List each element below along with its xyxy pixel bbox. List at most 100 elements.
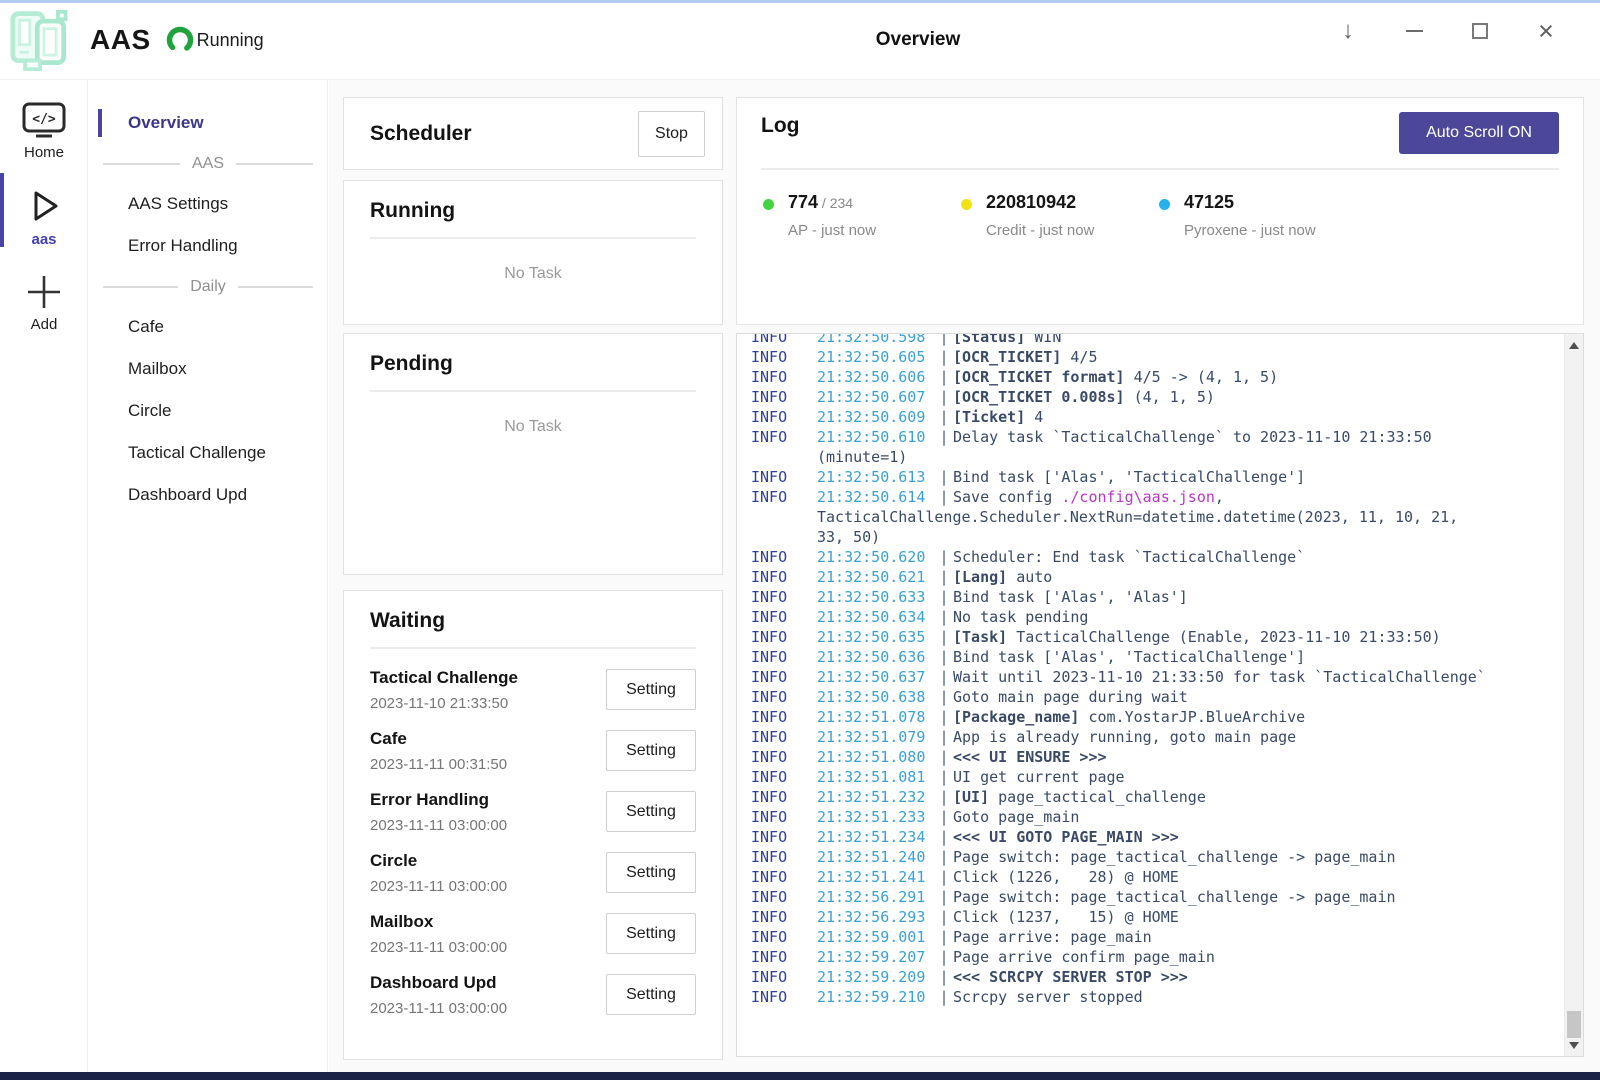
log-line: INFO21:32:50.614|Save config ./config\aa… bbox=[751, 487, 1560, 507]
running-spinner-icon bbox=[165, 25, 195, 55]
waiting-task-name: Dashboard Upd bbox=[370, 973, 507, 993]
rail-item-add[interactable]: Add bbox=[0, 248, 88, 333]
log-line: INFO21:32:50.613|Bind task ['Alas', 'Tac… bbox=[751, 467, 1560, 487]
app-name: AAS bbox=[90, 24, 151, 56]
stat-label: Credit - just now bbox=[986, 222, 1094, 239]
setting-button-error-handling[interactable]: Setting bbox=[606, 791, 696, 832]
sidebar-item-label: Error Handling bbox=[128, 236, 238, 256]
waiting-task-row: Circle 2023-11-11 03:00:00 Setting bbox=[370, 842, 696, 903]
log-line: INFO21:32:51.232|[UI] page_tactical_chal… bbox=[751, 787, 1560, 807]
waiting-task-info: Error Handling2023-11-11 03:00:00 bbox=[370, 790, 507, 834]
title-bar: AAS Running Overview ↓ × bbox=[0, 0, 1600, 80]
sidebar-item-tactical-challenge[interactable]: Tactical Challenge bbox=[89, 432, 327, 474]
log-body: INFO21:32:50.598|[Status] WININFO21:32:5… bbox=[737, 334, 1564, 1056]
log-line: INFO21:32:50.636|Bind task ['Alas', 'Tac… bbox=[751, 647, 1560, 667]
setting-button-circle[interactable]: Setting bbox=[606, 852, 696, 893]
rail-label-aas: aas bbox=[31, 231, 56, 248]
waiting-task-name: Circle bbox=[370, 851, 507, 871]
waiting-task-info: Tactical Challenge2023-11-10 21:33:50 bbox=[370, 668, 518, 712]
sidebar-item-cafe[interactable]: Cafe bbox=[89, 306, 327, 348]
rail-label-home: Home bbox=[24, 144, 64, 161]
sidebar-item-label: AAS Settings bbox=[128, 194, 228, 214]
log-scrollbar[interactable] bbox=[1564, 334, 1583, 1056]
log-line: INFO21:32:50.610|Delay task `TacticalCha… bbox=[751, 427, 1560, 447]
waiting-task-row: Mailbox 2023-11-11 03:00:00 Setting bbox=[370, 903, 696, 964]
running-title: Running bbox=[370, 199, 696, 223]
scroll-down-icon[interactable] bbox=[1565, 1036, 1583, 1054]
log-line: INFO21:32:51.080|<<< UI ENSURE >>> bbox=[751, 747, 1560, 767]
selected-indicator-bar bbox=[98, 109, 102, 137]
waiting-title: Waiting bbox=[370, 609, 696, 633]
rail-item-aas[interactable]: aas bbox=[0, 161, 88, 248]
code-monitor-icon: </> bbox=[21, 102, 67, 140]
nav-section-label: Daily bbox=[178, 278, 238, 296]
icon-rail: </> Home aas Add bbox=[0, 80, 88, 1072]
sidebar-item-overview[interactable]: Overview bbox=[89, 102, 327, 144]
log-line: INFO21:32:50.606|[OCR_TICKET format] 4/5… bbox=[751, 367, 1560, 387]
stat-value: 220810942 bbox=[986, 192, 1094, 213]
waiting-task-next-run: 2023-11-11 03:00:00 bbox=[370, 1000, 507, 1017]
sidebar-item-label: Dashboard Upd bbox=[128, 485, 247, 505]
log-line: INFO21:32:50.620|Scheduler: End task `Ta… bbox=[751, 547, 1560, 567]
log-line: INFO21:32:50.607|[OCR_TICKET 0.008s] (4,… bbox=[751, 387, 1560, 407]
scrollbar-thumb[interactable] bbox=[1567, 1011, 1581, 1038]
setting-button-dashboard-upd[interactable]: Setting bbox=[606, 974, 696, 1015]
window-bottom-edge bbox=[0, 1072, 1600, 1080]
log-line: INFO21:32:51.240|Page switch: page_tacti… bbox=[751, 847, 1560, 867]
sidebar-item-circle[interactable]: Circle bbox=[89, 390, 327, 432]
log-line: INFO21:32:50.634|No task pending bbox=[751, 607, 1560, 627]
log-line: INFO21:32:59.210|Scrcpy server stopped bbox=[751, 987, 1560, 1007]
waiting-task-name: Cafe bbox=[370, 729, 507, 749]
setting-button-mailbox[interactable]: Setting bbox=[606, 913, 696, 954]
log-line: INFO21:32:51.234|<<< UI GOTO PAGE_MAIN >… bbox=[751, 827, 1560, 847]
stat-text: 774 / 234AP - just now bbox=[788, 192, 876, 239]
log-line: INFO21:32:51.078|[Package_name] com.Yost… bbox=[751, 707, 1560, 727]
log-panel: INFO21:32:50.598|[Status] WININFO21:32:5… bbox=[736, 333, 1584, 1057]
log-line: INFO21:32:59.209|<<< SCRCPY SERVER STOP … bbox=[751, 967, 1560, 987]
close-button[interactable]: × bbox=[1532, 17, 1560, 45]
stop-button[interactable]: Stop bbox=[638, 111, 705, 157]
log-line-continuation: TacticalChallenge.Scheduler.NextRun=date… bbox=[751, 507, 1560, 527]
log-line: INFO21:32:51.079|App is already running,… bbox=[751, 727, 1560, 747]
log-line: INFO21:32:50.635|[Task] TacticalChalleng… bbox=[751, 627, 1560, 647]
download-arrow-button[interactable]: ↓ bbox=[1334, 17, 1362, 45]
log-line: INFO21:32:59.207|Page arrive confirm pag… bbox=[751, 947, 1560, 967]
waiting-task-info: Mailbox 2023-11-11 03:00:00 bbox=[370, 912, 507, 956]
waiting-task-name: Error Handling bbox=[370, 790, 507, 810]
sidebar-item-dashboard-upd[interactable]: Dashboard Upd bbox=[89, 474, 327, 516]
sidebar-item-label: Mailbox bbox=[128, 359, 187, 379]
log-stat-ap: 774 / 234AP - just now bbox=[761, 192, 959, 239]
auto-scroll-button[interactable]: Auto Scroll ON bbox=[1399, 112, 1559, 154]
brand: AAS Running bbox=[8, 0, 264, 80]
log-line: INFO21:32:51.233|Goto page_main bbox=[751, 807, 1560, 827]
sidebar-item-error-handling[interactable]: Error Handling bbox=[89, 225, 327, 267]
waiting-task-next-run: 2023-11-11 03:00:00 bbox=[370, 878, 507, 895]
window-title: Overview bbox=[876, 0, 961, 80]
sidebar-item-label: Circle bbox=[128, 401, 171, 421]
pending-empty-text: No Task bbox=[370, 392, 696, 436]
waiting-task-info: Dashboard Upd 2023-11-11 03:00:00 bbox=[370, 973, 507, 1017]
scroll-up-icon[interactable] bbox=[1565, 336, 1583, 354]
sidebar-item-mailbox[interactable]: Mailbox bbox=[89, 348, 327, 390]
rail-item-home[interactable]: </> Home bbox=[0, 80, 88, 161]
divider bbox=[761, 168, 1559, 170]
minimize-button[interactable] bbox=[1400, 17, 1428, 45]
window-top-edge bbox=[0, 0, 1600, 3]
nav-section-divider-daily: Daily bbox=[89, 267, 327, 306]
pending-title: Pending bbox=[370, 352, 696, 376]
log-stat-credit: 220810942 Credit - just now bbox=[959, 192, 1157, 239]
log-line: INFO21:32:50.621|[Lang] auto bbox=[751, 567, 1560, 587]
log-line: INFO21:32:56.293|Click (1237, 15) @ HOME bbox=[751, 907, 1560, 927]
scheduler-title: Scheduler bbox=[370, 122, 472, 146]
setting-button-tactical-challenge[interactable]: Setting bbox=[606, 669, 696, 710]
nav-section-divider-aas: AAS bbox=[89, 144, 327, 183]
waiting-task-next-run: 2023-11-11 03:00:00 bbox=[370, 939, 507, 956]
nav-sidebar: OverviewAAS AAS Settings Error Handling Dai… bbox=[89, 80, 328, 1072]
waiting-task-row: Cafe2023-11-11 00:31:50Setting bbox=[370, 720, 696, 781]
maximize-button[interactable] bbox=[1466, 17, 1494, 45]
waiting-card: Waiting Tactical Challenge2023-11-10 21:… bbox=[343, 590, 723, 1060]
setting-button-cafe[interactable]: Setting bbox=[606, 730, 696, 771]
waiting-task-name: Mailbox bbox=[370, 912, 507, 932]
sidebar-item-aas-settings[interactable]: AAS Settings bbox=[89, 183, 327, 225]
log-line: INFO21:32:50.637|Wait until 2023-11-10 2… bbox=[751, 667, 1560, 687]
